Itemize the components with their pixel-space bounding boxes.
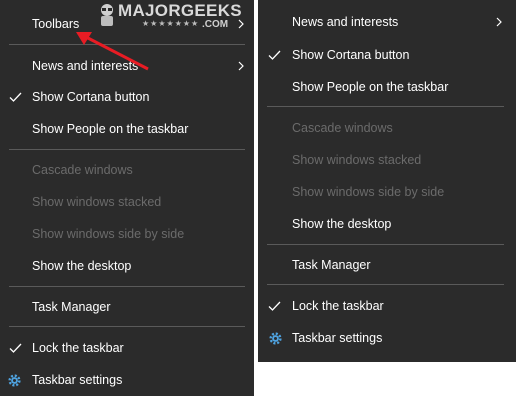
menu-item-news-and-interests[interactable]: News and interests — [258, 8, 516, 36]
checkmark-icon — [9, 343, 22, 353]
menu-item-label: Taskbar settings — [32, 373, 123, 387]
menu-item-taskbar-settings[interactable]: Taskbar settings — [0, 366, 254, 394]
menu-item-label: Show Cortana button — [32, 90, 150, 104]
menu-item-label: Show the desktop — [292, 217, 392, 231]
menu-item-cascade-windows: Cascade windows — [0, 156, 254, 184]
menu-separator — [9, 326, 245, 327]
menu-item-show-people[interactable]: Show People on the taskbar — [258, 73, 516, 101]
menu-item-show-cortana[interactable]: Show Cortana button — [0, 83, 254, 111]
menu-item-label: Lock the taskbar — [292, 299, 384, 313]
menu-item-label: Show People on the taskbar — [292, 80, 449, 94]
menu-item-label: Taskbar settings — [292, 331, 383, 345]
menu-item-label: Task Manager — [32, 300, 111, 314]
menu-item-cascade-windows: Cascade windows — [258, 114, 516, 142]
menu-item-windows-side-by-side: Show windows side by side — [0, 220, 254, 248]
menu-separator — [9, 149, 245, 150]
menu-separator — [267, 284, 504, 285]
menu-item-show-people[interactable]: Show People on the taskbar — [0, 115, 254, 143]
menu-item-label: News and interests — [292, 15, 399, 29]
gear-icon — [269, 332, 282, 345]
menu-item-label: Show People on the taskbar — [32, 122, 189, 136]
menu-item-label: Cascade windows — [292, 121, 393, 135]
gear-icon — [8, 374, 21, 387]
chevron-right-icon — [238, 61, 244, 71]
menu-separator — [267, 106, 504, 107]
menu-item-show-desktop[interactable]: Show the desktop — [0, 252, 254, 280]
menu-item-show-cortana[interactable]: Show Cortana button — [258, 41, 516, 69]
menu-item-label: Show Cortana button — [292, 48, 410, 62]
menu-item-windows-stacked: Show windows stacked — [0, 188, 254, 216]
menu-item-label: Lock the taskbar — [32, 341, 124, 355]
menu-item-task-manager[interactable]: Task Manager — [258, 251, 516, 279]
menu-item-windows-side-by-side: Show windows side by side — [258, 178, 516, 206]
menu-item-label: Show windows side by side — [32, 227, 185, 241]
menu-item-lock-taskbar[interactable]: Lock the taskbar — [0, 334, 254, 362]
menu-item-label: Show the desktop — [32, 259, 132, 273]
checkmark-icon — [268, 50, 281, 60]
menu-item-label: Show windows side by side — [292, 185, 445, 199]
red-arrow-icon — [76, 32, 149, 71]
checkmark-icon — [268, 301, 281, 311]
menu-item-label: Task Manager — [292, 258, 371, 272]
taskbar-context-menu-right: News and interests Show Cortana button S… — [258, 0, 516, 362]
menu-item-windows-stacked: Show windows stacked — [258, 146, 516, 174]
chevron-right-icon — [238, 19, 244, 29]
menu-item-task-manager[interactable]: Task Manager — [0, 293, 254, 321]
menu-separator — [267, 244, 504, 245]
menu-item-label: Cascade windows — [32, 163, 133, 177]
menu-separator — [9, 286, 245, 287]
menu-item-lock-taskbar[interactable]: Lock the taskbar — [258, 292, 516, 320]
chevron-right-icon — [496, 17, 502, 27]
menu-item-taskbar-settings[interactable]: Taskbar settings — [258, 324, 516, 352]
checkmark-icon — [9, 92, 22, 102]
menu-item-label: Show windows stacked — [32, 195, 162, 209]
menu-item-label: Show windows stacked — [292, 153, 422, 167]
menu-item-show-desktop[interactable]: Show the desktop — [258, 210, 516, 238]
